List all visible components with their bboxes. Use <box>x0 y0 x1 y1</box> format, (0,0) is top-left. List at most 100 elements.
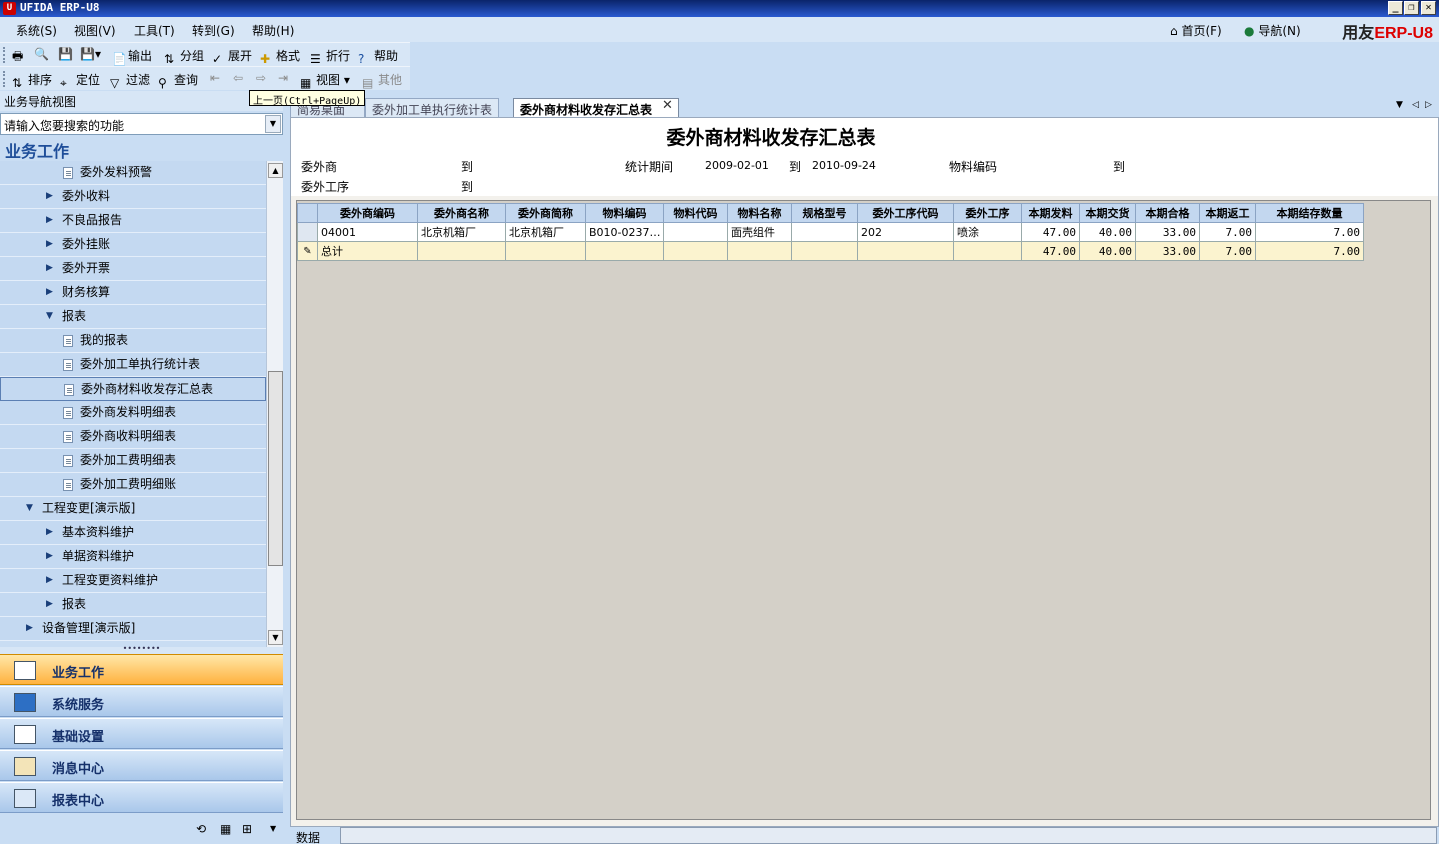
scroll-down-icon[interactable]: ▼ <box>268 630 283 645</box>
chevron-down-icon[interactable]: ▼ <box>265 115 281 133</box>
column-header[interactable]: 物料名称 <box>727 203 792 223</box>
tree-node[interactable]: ▶ 委外收料 <box>0 185 266 209</box>
table-cell[interactable]: 04001 <box>317 222 418 242</box>
group-button[interactable]: ⇅ 分组 <box>164 47 204 66</box>
last-page-icon[interactable]: ⇥ <box>278 71 288 85</box>
column-header[interactable]: 本期发料 <box>1021 203 1080 223</box>
table-cell[interactable]: 7.00 <box>1199 222 1256 242</box>
collapsed-arrow-icon[interactable]: ▶ <box>46 281 53 304</box>
expanded-arrow-icon[interactable]: ▼ <box>46 305 53 328</box>
save-as-icon[interactable]: 💾▾ <box>80 47 101 61</box>
refresh-icon[interactable]: ⟲ <box>196 822 206 836</box>
tree-node[interactable]: 委外加工费明细账 <box>0 473 266 497</box>
tree-icon[interactable]: ⊞ <box>242 822 252 836</box>
tree-node[interactable]: ▼ 报表 <box>0 305 266 329</box>
tree-node[interactable]: 委外加工费明细表 <box>0 449 266 473</box>
collapsed-arrow-icon[interactable]: ▶ <box>46 209 53 232</box>
total-cell[interactable] <box>791 241 858 261</box>
filter-button[interactable]: ▽ 过滤 <box>110 71 150 90</box>
column-header[interactable]: 本期合格 <box>1135 203 1200 223</box>
tree-node[interactable]: ▶ 委外挂账 <box>0 233 266 257</box>
minimize-icon[interactable]: _ <box>1388 1 1403 15</box>
close-tab-icon[interactable]: ✕ <box>662 98 673 113</box>
preview-icon[interactable]: 🔍 <box>34 47 49 61</box>
nav-link[interactable]: ● 导航(N) <box>1244 22 1301 39</box>
menu-help[interactable]: 帮助(H) <box>252 22 294 39</box>
chevron-down-icon[interactable]: ▼ <box>270 824 276 833</box>
help-button[interactable]: ? 帮助 <box>358 47 398 66</box>
total-cell[interactable] <box>663 241 728 261</box>
tree-node[interactable]: ▼ 工程变更[演示版] <box>0 497 266 521</box>
expanded-arrow-icon[interactable]: ▼ <box>26 497 33 520</box>
tree-node[interactable]: 委外商材料收发存汇总表 <box>0 377 266 401</box>
scroll-thumb[interactable] <box>268 371 283 566</box>
total-cell[interactable] <box>727 241 792 261</box>
menu-tools[interactable]: 工具(T) <box>134 22 175 39</box>
tab-summary-report[interactable]: 委外商材料收发存汇总表 <box>513 98 680 117</box>
table-cell[interactable]: 喷涂 <box>953 222 1022 242</box>
prev-page-icon[interactable]: ⇦ <box>233 71 243 85</box>
column-header[interactable]: 物料代码 <box>663 203 728 223</box>
menu-goto[interactable]: 转到(G) <box>192 22 235 39</box>
panel-system-service[interactable]: 系统服务 <box>0 686 283 717</box>
locate-button[interactable]: ⌖ 定位 <box>60 71 100 90</box>
total-cell[interactable] <box>857 241 954 261</box>
expand-button[interactable]: ✓ 展开 <box>212 47 252 66</box>
collapsed-arrow-icon[interactable]: ▶ <box>46 545 53 568</box>
table-cell[interactable]: 40.00 <box>1079 222 1136 242</box>
scroll-up-icon[interactable]: ▲ <box>268 163 283 178</box>
function-search-input[interactable]: 请输入您要搜索的功能 ▼ <box>0 113 283 135</box>
table-cell[interactable]: B010-0237… <box>585 222 664 242</box>
collapsed-arrow-icon[interactable]: ▶ <box>46 569 53 592</box>
table-cell[interactable] <box>663 222 728 242</box>
collapsed-arrow-icon[interactable]: ▶ <box>46 257 53 280</box>
table-cell[interactable]: 202 <box>857 222 954 242</box>
restore-icon[interactable]: ❐ <box>1404 1 1419 15</box>
column-header[interactable]: 本期结存数量 <box>1255 203 1364 223</box>
tree-node[interactable]: 我的报表 <box>0 329 266 353</box>
column-header[interactable]: 物料编码 <box>585 203 664 223</box>
tree-node[interactable]: ▶ 委外开票 <box>0 257 266 281</box>
total-cell[interactable] <box>953 241 1022 261</box>
table-cell[interactable] <box>791 222 858 242</box>
tab-execution-stats[interactable]: 委外加工单执行统计表 <box>365 98 500 117</box>
menu-view[interactable]: 视图(V) <box>74 22 116 39</box>
tree-node[interactable]: 委外加工单执行统计表 <box>0 353 266 377</box>
output-button[interactable]: 📄输出 <box>112 47 152 66</box>
column-header[interactable]: 委外工序 <box>953 203 1022 223</box>
toolbar-grip[interactable] <box>3 71 6 87</box>
menu-system[interactable]: 系统(S) <box>16 22 57 39</box>
toolbar-grip[interactable] <box>3 47 6 63</box>
panel-message-center[interactable]: 消息中心 <box>0 750 283 781</box>
tree-scrollbar[interactable]: ▲ ▼ <box>266 161 283 647</box>
total-cell[interactable] <box>505 241 586 261</box>
total-cell[interactable]: 47.00 <box>1021 241 1080 261</box>
sort-button[interactable]: ⇅ 排序 <box>12 71 52 90</box>
panel-business-work[interactable]: 业务工作 <box>0 654 283 685</box>
row-header[interactable] <box>297 222 318 242</box>
view-button[interactable]: ▦ 视图 ▾ <box>300 71 350 90</box>
table-cell[interactable]: 面壳组件 <box>727 222 792 242</box>
edit-pencil-icon[interactable]: ✎ <box>297 241 318 261</box>
tree-node[interactable]: ▶ 基本资料维护 <box>0 521 266 545</box>
total-row[interactable]: ✎ 总计 47.00 40.00 33.00 7.00 7.00 <box>297 241 1364 261</box>
tree-node[interactable]: ▶ 报表 <box>0 593 266 617</box>
total-cell[interactable]: 40.00 <box>1079 241 1136 261</box>
table-icon[interactable]: ▦ <box>220 822 231 836</box>
close-icon[interactable]: ✕ <box>1421 1 1436 15</box>
tree-node[interactable]: ▶ 单据资料维护 <box>0 545 266 569</box>
total-cell[interactable] <box>585 241 664 261</box>
other-button[interactable]: ▤ 其他 <box>362 71 402 90</box>
next-page-icon[interactable]: ⇨ <box>256 71 266 85</box>
save-icon[interactable]: 💾 <box>58 47 73 61</box>
format-button[interactable]: ✚ 格式 <box>260 47 300 66</box>
table-cell[interactable]: 33.00 <box>1135 222 1200 242</box>
first-page-icon[interactable]: ⇤ <box>210 71 220 85</box>
tab-right-icon[interactable]: ▷ <box>1425 100 1432 110</box>
tree-node[interactable]: 委外商发料明细表 <box>0 401 266 425</box>
table-cell[interactable]: 北京机箱厂 <box>505 222 586 242</box>
tree-node[interactable]: 委外商收料明细表 <box>0 425 266 449</box>
total-cell[interactable]: 7.00 <box>1255 241 1364 261</box>
home-link[interactable]: ⌂ 首页(F) <box>1170 22 1222 39</box>
table-cell[interactable]: 7.00 <box>1255 222 1364 242</box>
